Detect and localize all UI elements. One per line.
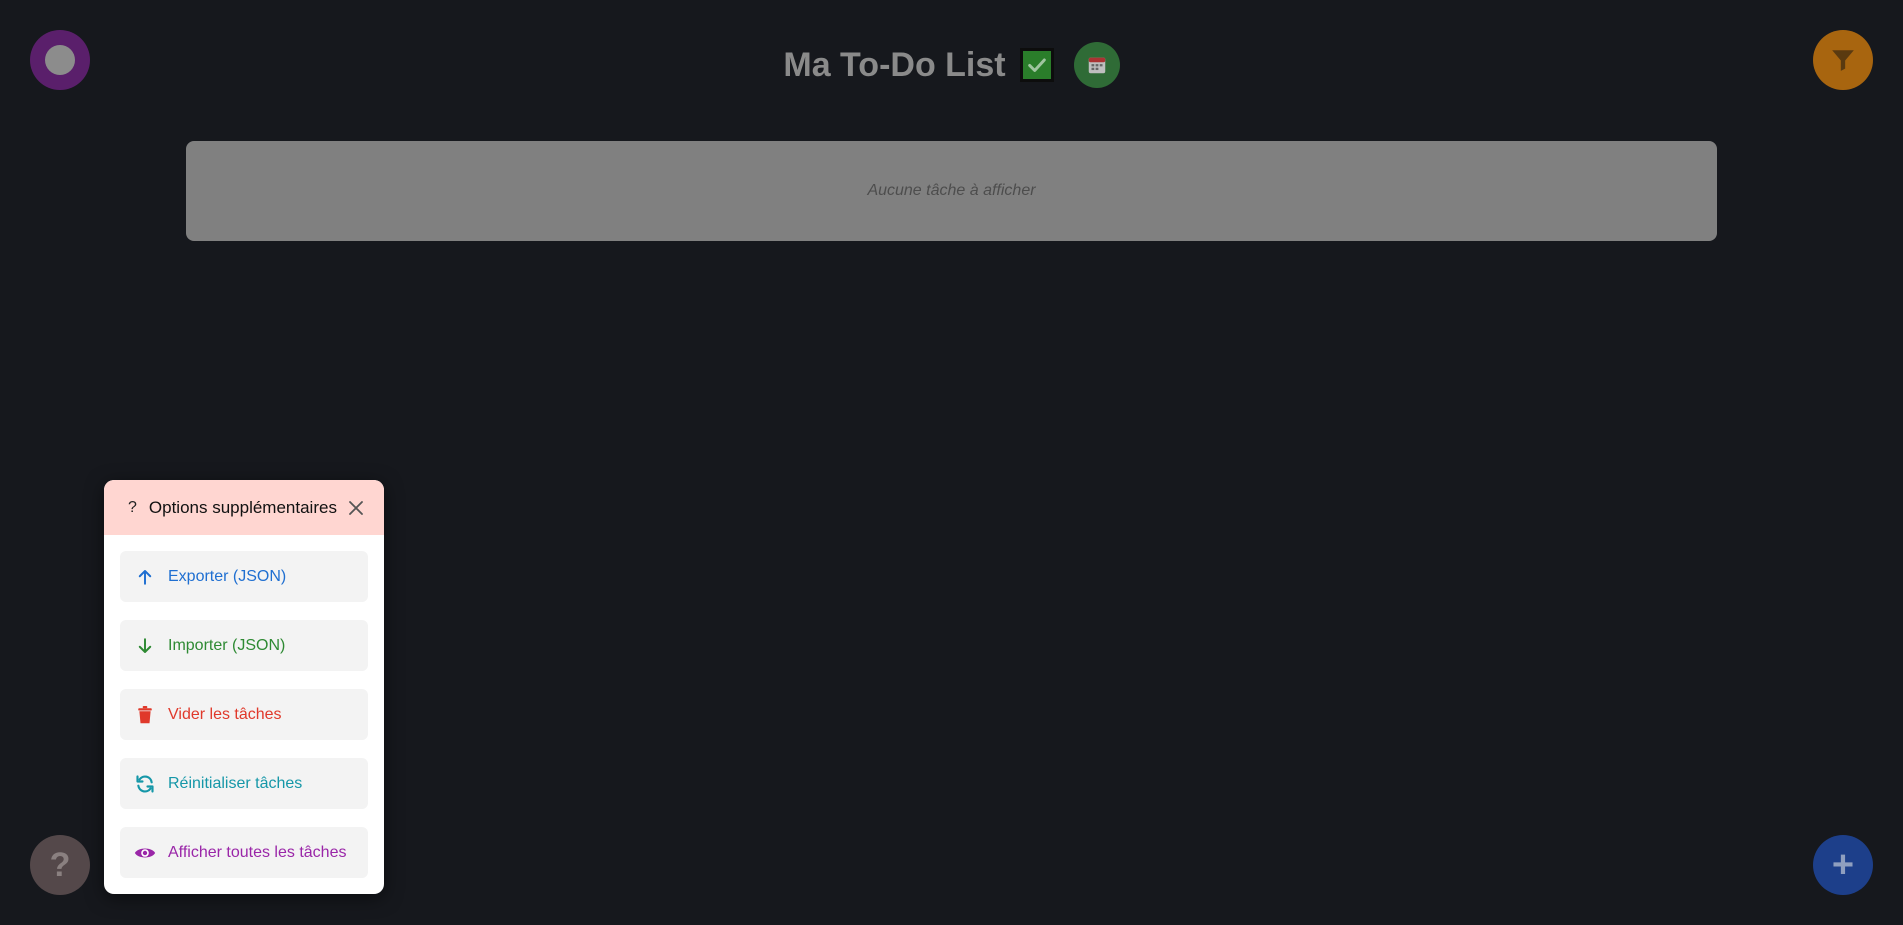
close-icon [349,500,363,515]
check-box-icon [1019,48,1054,82]
calendar-button[interactable] [1073,42,1120,88]
import-json-label: Importer (JSON) [168,636,286,654]
arrow-up-icon [134,566,156,588]
reset-tasks-label: Réinitialiser tâches [168,774,303,792]
page-title: Ma To-Do List [783,45,1006,84]
help-icon: ? [49,845,71,884]
empty-tasks-message: Aucune tâche à afficher [867,182,1036,199]
eye-icon [134,842,156,864]
add-task-button[interactable]: + [1813,835,1873,895]
show-all-tasks-button[interactable]: Afficher toutes les tâches [120,827,368,878]
clear-tasks-label: Vider les tâches [168,705,282,723]
popup-title: Options supplémentaires [148,497,337,517]
calendar-icon [1088,57,1105,74]
trash-icon [134,704,156,726]
import-json-button[interactable]: Importer (JSON) [120,620,368,671]
popup-header: ? Options supplémentaires [104,480,384,535]
refresh-icon [134,773,156,795]
header: Ma To-Do List [0,30,1903,100]
title-group: Ma To-Do List [783,42,1120,88]
export-json-label: Exporter (JSON) [168,567,287,585]
close-button[interactable] [346,498,366,518]
clear-tasks-button[interactable]: Vider les tâches [120,689,368,740]
app-page: Ma To-Do List Aucune tâche à afficher ? … [0,0,1903,925]
plus-icon: + [1831,844,1855,886]
reset-tasks-button[interactable]: Réinitialiser tâches [120,758,368,809]
task-list-panel: Aucune tâche à afficher [186,141,1717,241]
export-json-button[interactable]: Exporter (JSON) [120,551,368,602]
options-popup: ? Options supplémentaires Exporter (JSON… [104,480,384,894]
popup-body: Exporter (JSON) Importer (JSON) Vider le… [104,535,384,878]
question-mark-icon: ? [128,498,137,516]
arrow-down-icon [134,635,156,657]
help-button[interactable]: ? [30,835,90,895]
show-all-tasks-label: Afficher toutes les tâches [168,843,347,861]
